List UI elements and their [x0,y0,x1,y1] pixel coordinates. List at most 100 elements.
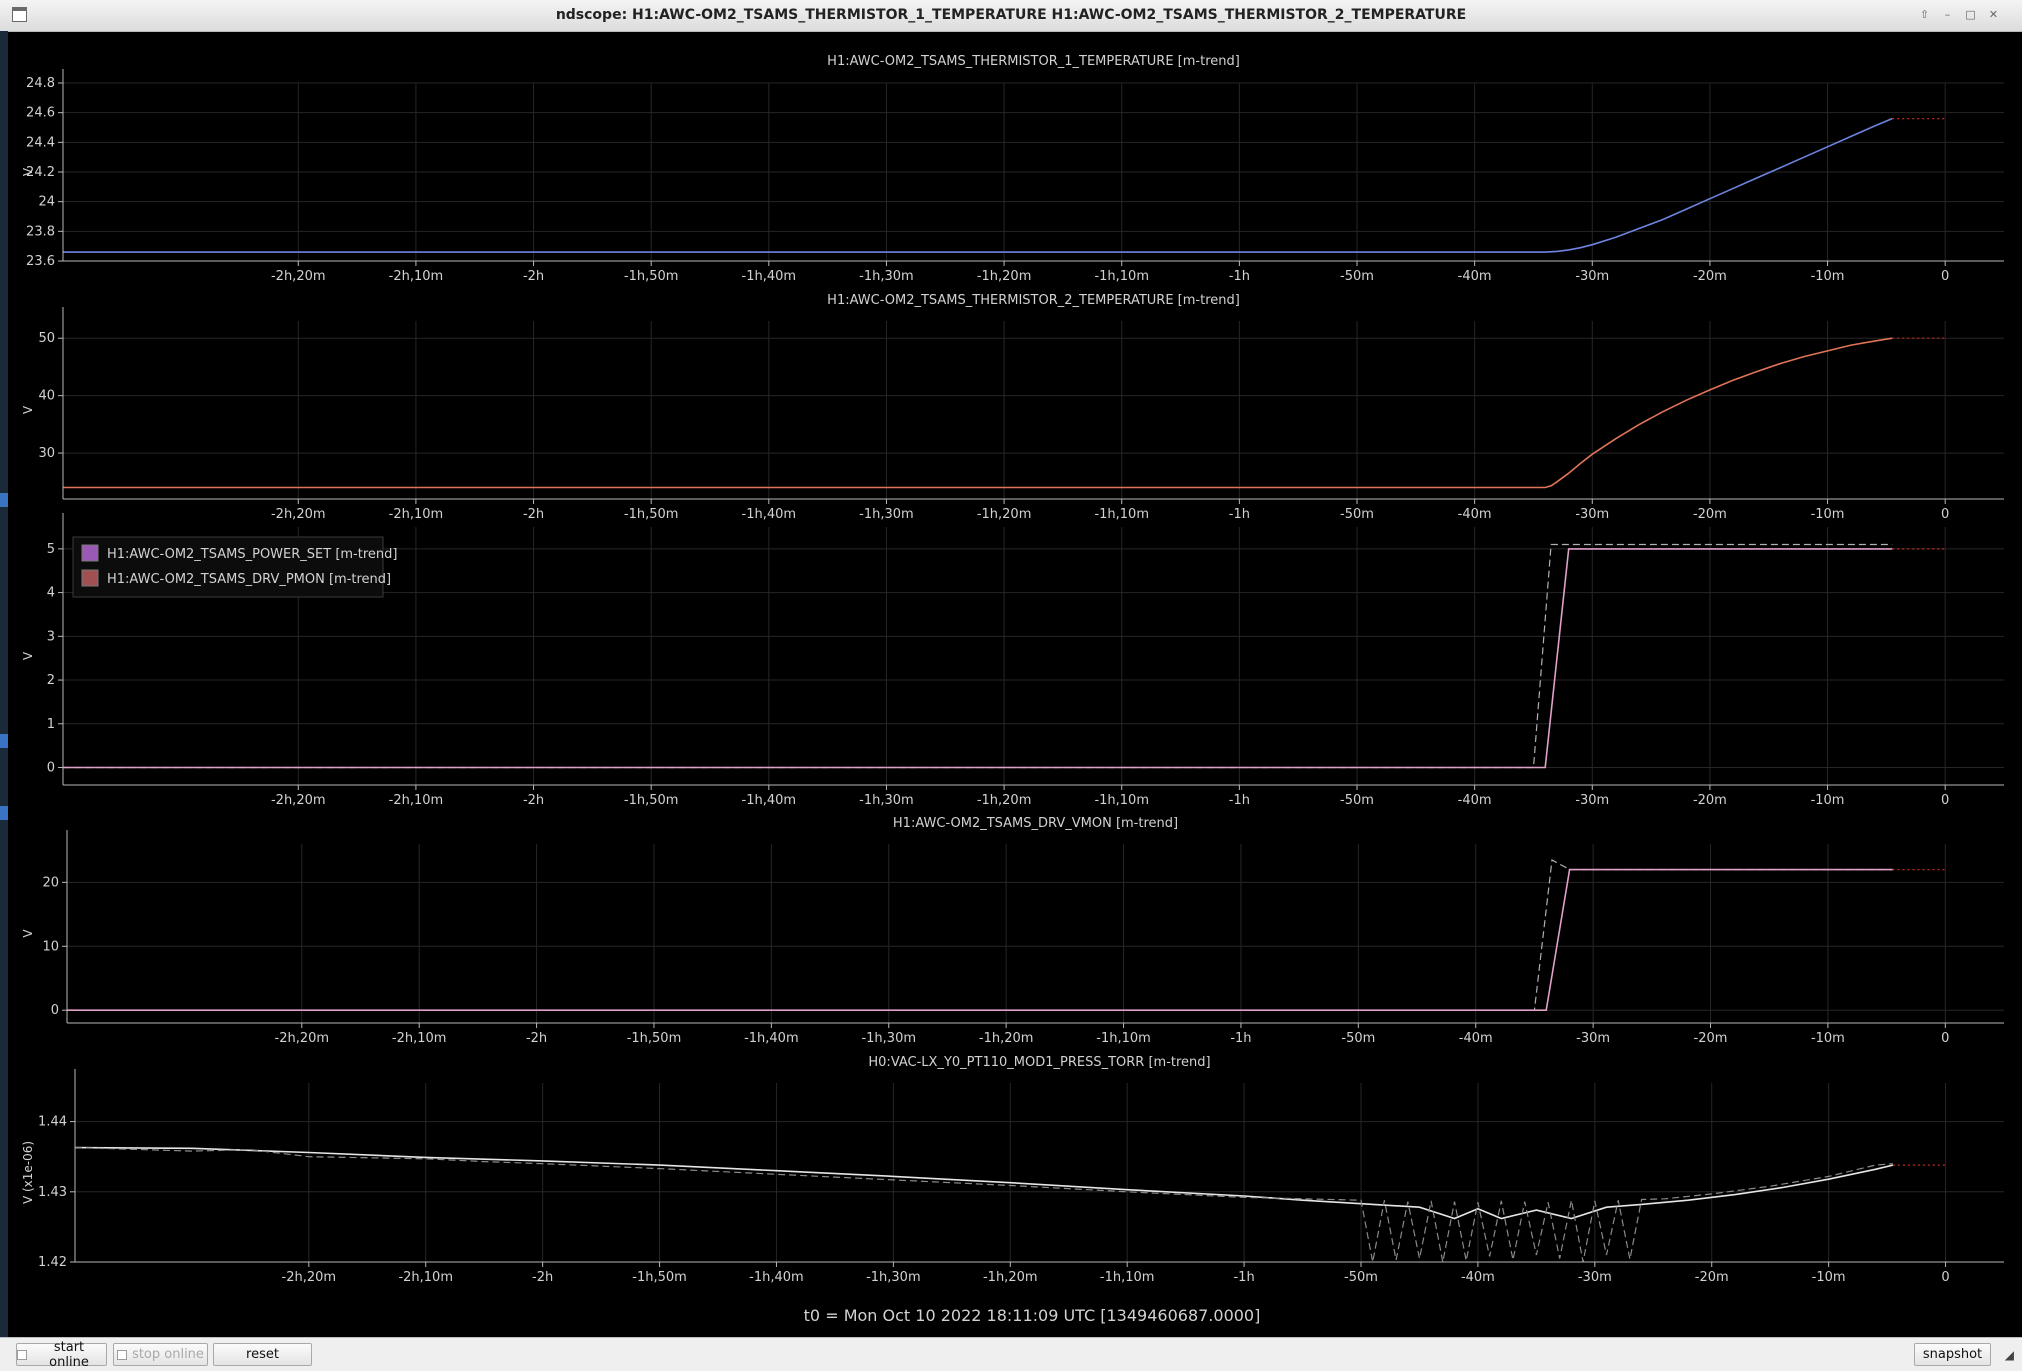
panel-4-x-tick-label: -1h [1230,1031,1251,1046]
panel-4-y-axis-label: V [21,929,35,938]
panel-3-x-tick-label: -50m [1340,793,1374,808]
panel-5-x-tick-label: -40m [1461,1270,1495,1285]
panel-2-title: H1:AWC-OM2_TSAMS_THERMISTOR_2_TEMPERATUR… [827,293,1240,308]
panel-3-x-tick-label: -1h,40m [742,793,797,808]
panel-3-x-tick-label: -1h,30m [859,793,914,808]
window-controls: ⇧ – □ ✕ [1916,7,2002,22]
panel-1-x-tick-label: -1h,50m [624,269,679,284]
panel-4-y-tick-label: 10 [42,939,59,954]
panel-5-x-tick-label: -2h,10m [398,1270,453,1285]
panel-1-x-tick-label: -40m [1458,269,1492,284]
panel-1-x-tick-label: -10m [1811,269,1845,284]
panel-1-y-tick-label: 24.4 [26,135,55,150]
panel-1-title: H1:AWC-OM2_TSAMS_THERMISTOR_1_TEMPERATUR… [827,54,1240,69]
stop-online-label: stop online [132,1347,204,1362]
panel-5-x-tick-label: -2h,20m [282,1270,337,1285]
close-icon[interactable]: ✕ [1985,7,2002,22]
panel-1-y-tick-label: 24.8 [26,76,55,91]
panel-2-x-tick-label: -40m [1458,507,1492,522]
desktop-edge [0,31,8,1337]
panel-1-y-axis-label: V [21,167,35,176]
panel-2-y-axis-label: V [21,405,35,414]
plot-area[interactable]: H1:AWC-OM2_TSAMS_THERMISTOR_1_TEMPERATUR… [8,31,2022,1337]
minimize-icon[interactable]: – [1939,7,1956,22]
panel-4-x-tick-label: -1h,10m [1096,1031,1151,1046]
panel-5-x-tick-label: -50m [1344,1270,1378,1285]
panel-2-x-tick-label: -1h,50m [624,507,679,522]
panel-3-x-tick-label: -2h [523,793,544,808]
panel-3-x-tick-label: 0 [1941,793,1949,808]
panel-1-x-tick-label: -1h,40m [742,269,797,284]
start-online-button[interactable]: start online [16,1340,107,1370]
panel-3-legend-label-2: H1:AWC-OM2_TSAMS_DRV_PMON [m-trend] [107,572,391,587]
panel-1-x-tick-label: -1h,30m [859,269,914,284]
panel-2-x-tick-label: -1h [1229,507,1250,522]
panel-1-y-tick-label: 23.8 [26,224,55,239]
panel-5-x-tick-label: -1h,20m [983,1270,1038,1285]
panel-5-x-tick-label: -1h,40m [749,1270,804,1285]
panel-2-x-tick-label: -1h,20m [977,507,1032,522]
panel-4-x-tick-label: -50m [1341,1031,1375,1046]
reset-button[interactable]: reset [213,1343,312,1366]
panel-3-x-tick-label: -1h,10m [1094,793,1149,808]
panel-3-legend-label-1: H1:AWC-OM2_TSAMS_POWER_SET [m-trend] [107,547,397,562]
stop-icon [117,1349,128,1360]
panel-3-y-tick-label: 0 [47,761,55,776]
panel-5-x-tick-label: -1h [1233,1270,1254,1285]
panel-3-y-tick-label: 4 [47,586,55,601]
panel-3-legend-swatch-1 [81,544,99,562]
panel-2-y-tick-label: 30 [38,446,55,461]
panel-1-y-tick-label: 23.6 [26,254,55,269]
panel-4-x-tick-label: -1h,50m [627,1031,682,1046]
panel-4-x-tick-label: -2h,20m [275,1031,330,1046]
panel-4-x-tick-label: -1h,20m [979,1031,1034,1046]
maximize-icon[interactable]: □ [1962,7,1979,22]
panel-1-x-tick-label: -2h,20m [271,269,326,284]
resize-grip-icon[interactable]: ◢ [2005,1348,2014,1362]
panel-3-x-tick-label: -20m [1693,793,1727,808]
panel-1-x-tick-label: -20m [1693,269,1727,284]
panel-3-x-tick-label: -10m [1811,793,1845,808]
panel-5-series-1-line [74,1146,1894,1220]
panel-2-y-tick-label: 50 [38,331,55,346]
panel-3-x-tick-label: -1h [1229,793,1250,808]
panel-1-y-tick-label: 24.6 [26,106,55,121]
panel-4-x-tick-label: -2h [526,1031,547,1046]
keep-above-icon[interactable]: ⇧ [1916,7,1933,22]
panel-5-x-tick-label: -1h,50m [632,1270,687,1285]
panel-2-x-tick-label: -1h,10m [1094,507,1149,522]
panel-4-x-tick-label: -20m [1694,1031,1728,1046]
panel-4-x-tick-label: -1h,30m [861,1031,916,1046]
panel-1-x-tick-label: -1h [1229,269,1250,284]
panel-2-x-tick-label: -20m [1693,507,1727,522]
panel-5-x-tick-label: 0 [1941,1270,1949,1285]
desktop-marker [0,806,8,820]
panel-2-x-tick-label: -30m [1575,507,1609,522]
panel-3-y-tick-label: 1 [47,717,55,732]
panel-2-x-tick-label: -50m [1340,507,1374,522]
panel-5-x-tick-label: -10m [1812,1270,1846,1285]
panel-3-y-axis-label: V [21,651,35,660]
desktop-marker [0,734,8,748]
panel-3-legend [72,536,384,598]
panel-5-x-tick-label: -1h,10m [1100,1270,1155,1285]
panel-3-x-tick-label: -1h,20m [977,793,1032,808]
panel-5-y-tick-label: 1.44 [38,1115,67,1130]
panel-5-x-tick-label: -2h [532,1270,553,1285]
desktop-marker [0,493,8,507]
snapshot-button[interactable]: snapshot [1914,1343,1991,1366]
panel-1-y-tick-label: 24 [38,195,55,210]
panel-5-x-tick-label: -30m [1578,1270,1612,1285]
panel-5-y-tick-label: 1.43 [38,1185,67,1200]
panel-3-y-tick-label: 5 [47,542,55,557]
panel-5-x-tick-label: -1h,30m [866,1270,921,1285]
panel-2-x-tick-label: -10m [1811,507,1845,522]
panel-3-legend-swatch-2 [81,569,99,587]
panel-3-x-tick-label: -1h,50m [624,793,679,808]
window-title: ndscope: H1:AWC-OM2_TSAMS_THERMISTOR_1_T… [555,7,1467,23]
panel-1-series-1-line [63,117,1893,253]
panel-3-x-tick-label: -2h,20m [271,793,326,808]
panel-4-x-tick-label: -10m [1811,1031,1845,1046]
panel-4-series-2-line [67,868,1893,1012]
stop-online-button[interactable]: stop online [113,1343,208,1366]
